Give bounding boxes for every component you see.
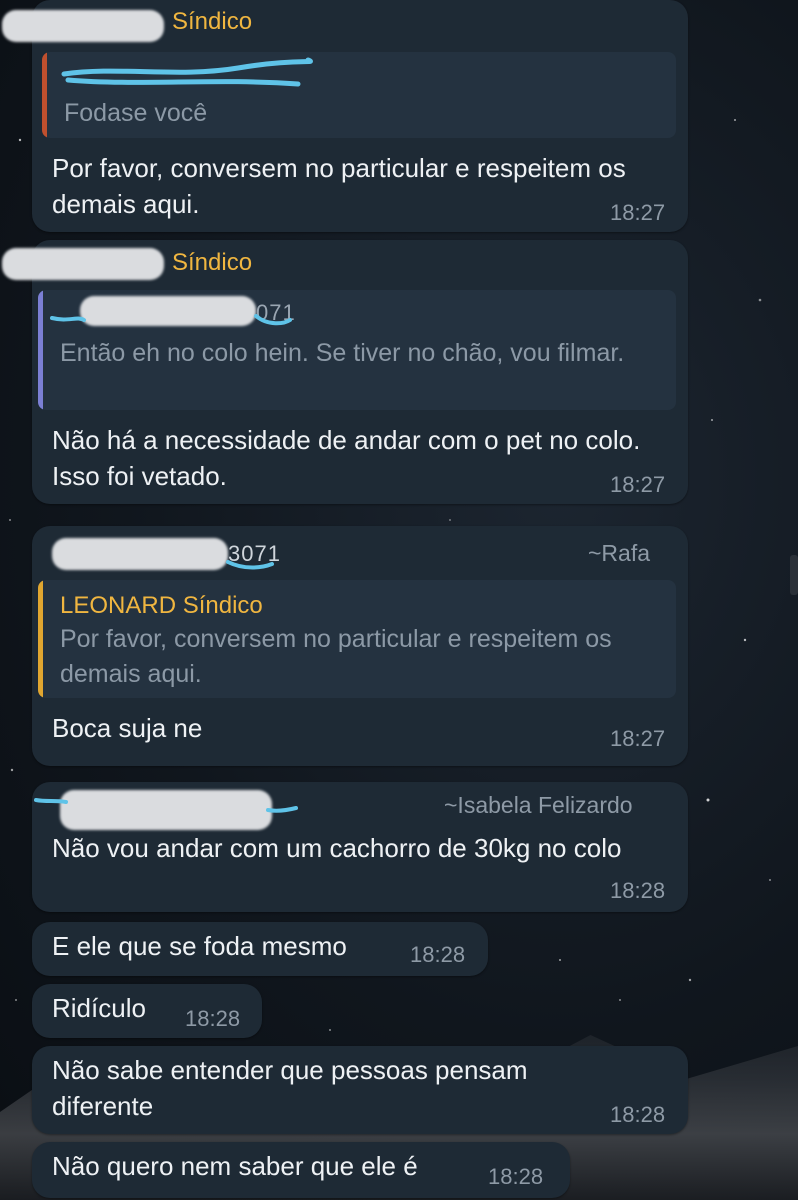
quote-sender-name: LEONARD Síndico	[60, 592, 263, 619]
message-time: 18:28	[610, 1102, 666, 1127]
message-text: Não há a necessidade de andar com o pet …	[52, 425, 641, 491]
message-time: 18:28	[610, 878, 666, 903]
quote-text: Por favor, conversem no particular e res…	[60, 625, 612, 688]
message-text: Por favor, conversem no particular e res…	[52, 153, 626, 219]
quote-text: Fodase você	[64, 99, 208, 127]
message-time: 18:28	[410, 942, 466, 967]
quote-text: Então eh no colo hein. Se tiver no chão,…	[60, 339, 625, 367]
quote-accent-bar	[38, 580, 43, 698]
redacted-sender-name	[2, 10, 164, 42]
message-text: E ele que se foda mesmo	[52, 931, 347, 961]
sender-name: Síndico	[172, 8, 253, 35]
sender-number-suffix: 3071	[228, 541, 281, 566]
scroll-edge	[790, 555, 798, 595]
message-text: Não vou andar com um cachorro de 30kg no…	[52, 833, 622, 863]
quote-accent-bar	[42, 52, 47, 138]
reply-quote[interactable]: Fodase você	[42, 52, 676, 138]
quote-accent-bar	[38, 290, 43, 410]
message-time: 18:28	[185, 1006, 241, 1031]
message-text: Ridículo	[52, 993, 146, 1023]
redacted-sender-number	[52, 538, 228, 570]
message-text: Não sabe entender que pessoas pensam dif…	[52, 1055, 528, 1121]
reply-quote[interactable]: LEONARD Síndico Por favor, conversem no …	[38, 580, 676, 698]
redacted-sender-number	[60, 790, 272, 830]
message-time: 18:27	[610, 726, 666, 751]
redacted-sender-name	[2, 248, 164, 280]
message-time: 18:28	[488, 1164, 544, 1189]
redacted-quote-number	[80, 296, 256, 326]
message-text: Boca suja ne	[52, 713, 203, 743]
message-time: 18:27	[610, 200, 666, 225]
sender-handle: ~Rafa	[588, 540, 651, 566]
message-time: 18:27	[610, 472, 666, 497]
sender-handle: ~Isabela Felizardo	[444, 792, 633, 818]
sender-name: Síndico	[172, 249, 253, 276]
quote-number-suffix: 071	[256, 300, 296, 325]
message-text: Não quero nem saber que ele é	[52, 1151, 418, 1181]
